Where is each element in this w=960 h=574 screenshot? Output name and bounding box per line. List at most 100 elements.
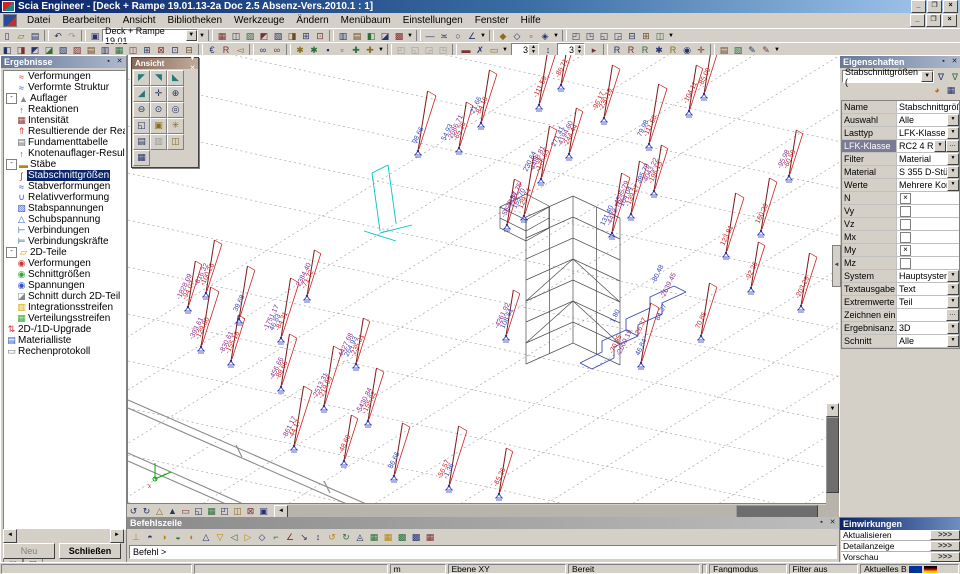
chevron-down-icon[interactable]: ▼: [552, 30, 560, 42]
window-view-icon[interactable]: ◳: [583, 30, 597, 42]
property-row-auswahl[interactable]: AuswahlAlle▼: [842, 114, 959, 127]
chevron-down-icon[interactable]: ▼: [947, 283, 959, 295]
ellipsis-button[interactable]: …: [946, 309, 959, 321]
property-row-filter[interactable]: FilterMaterial▼: [842, 153, 959, 166]
project-combobox[interactable]: Deck + Rampe 19.01▼: [102, 29, 198, 42]
property-row-name[interactable]: NameStabschnittgrößen: [842, 101, 959, 114]
chevron-down-icon[interactable]: ▼: [186, 30, 198, 41]
tree-expander-icon[interactable]: -: [6, 93, 17, 104]
tree-item-schubspannung[interactable]: △Schubspannung: [4, 214, 125, 225]
mesh-icon[interactable]: ✱: [293, 44, 307, 56]
command-line-title[interactable]: Befehlszeile ▪ ✕: [127, 517, 839, 529]
grid-icon[interactable]: ⊞: [299, 30, 313, 42]
doc-minimize-button[interactable]: _: [910, 14, 925, 27]
snap-line-icon[interactable]: ◁: [227, 531, 241, 543]
rotate-right-icon[interactable]: ↻: [140, 505, 153, 517]
property-value[interactable]: [897, 231, 959, 243]
actions-panel-title[interactable]: Einwirkungen: [840, 518, 960, 530]
cursor-icon[interactable]: ↘: [297, 531, 311, 543]
apply-icon[interactable]: ▸: [587, 44, 601, 56]
property-value[interactable]: Alle▼: [897, 335, 959, 347]
chevron-down-icon[interactable]: ▼: [947, 127, 959, 139]
tree-item-verformungen[interactable]: ◉Verformungen: [4, 258, 125, 269]
chevron-down-icon[interactable]: ▼: [947, 179, 959, 191]
tree-expander-icon[interactable]: -: [6, 247, 17, 258]
snap-center-icon[interactable]: ◑: [157, 531, 171, 543]
window-arrange-icon[interactable]: ◫: [653, 30, 667, 42]
column-icon[interactable]: ◩: [28, 44, 42, 56]
property-row-material[interactable]: MaterialS 355 D-Stütze▼: [842, 166, 959, 179]
property-value[interactable]: 3D▼: [897, 322, 959, 334]
redo-icon[interactable]: ↷: [65, 30, 79, 42]
add2-icon[interactable]: ✚: [363, 44, 377, 56]
view-x-icon[interactable]: ◥: [150, 70, 167, 86]
3d-model-canvas[interactable]: -94.07-1828.09-100.26-816.32-129.80-393.…: [128, 55, 840, 503]
plate-icon[interactable]: ▧: [56, 44, 70, 56]
panel-collapse-button[interactable]: ◄: [832, 245, 841, 287]
tree-item-intensit-t[interactable]: ▦Intensität: [4, 115, 125, 126]
property-value[interactable]: [897, 205, 959, 217]
wired-window-icon[interactable]: ◫: [167, 134, 184, 150]
select-icon[interactable]: ◆: [496, 30, 510, 42]
tree-item-verbindungen[interactable]: ⊢Verbindungen: [4, 225, 125, 236]
checkbox[interactable]: [900, 206, 911, 217]
print-icon[interactable]: ▥: [336, 30, 350, 42]
scale-icon[interactable]: ↕: [541, 44, 555, 56]
property-row-n[interactable]: N×: [842, 192, 959, 205]
view-z-icon[interactable]: ◢: [133, 86, 150, 102]
close-icon[interactable]: ✕: [827, 518, 838, 528]
window-close-icon[interactable]: ⊟: [625, 30, 639, 42]
property-row-vy[interactable]: Vy: [842, 205, 959, 218]
new-icon[interactable]: ▯: [0, 30, 14, 42]
tree-item-resultierende-der-reaktione[interactable]: ⇑Resultierende der Reaktione: [4, 126, 125, 137]
property-value[interactable]: Hauptsystem▼: [897, 270, 959, 282]
member-icon[interactable]: ◧: [0, 44, 14, 56]
chevron-down-icon[interactable]: ▼: [921, 71, 933, 82]
view-side-icon[interactable]: ▭: [179, 505, 192, 517]
document-icon[interactable]: ▤: [350, 30, 364, 42]
cut2-icon[interactable]: ◳: [436, 44, 450, 56]
property-set-combobox[interactable]: Stabschnittgrößen ( ▼: [842, 70, 934, 83]
ellipsis-button[interactable]: …: [946, 140, 959, 152]
axes-icon[interactable]: ⊡: [313, 30, 327, 42]
ortho-icon[interactable]: ⌐: [269, 531, 283, 543]
result-normal-icon[interactable]: R: [610, 44, 624, 56]
tree-item-reaktionen[interactable]: ↑Reaktionen: [4, 104, 125, 115]
crosshair-icon[interactable]: ✛: [694, 44, 708, 56]
snap-percent-icon[interactable]: ◒: [171, 531, 185, 543]
tree-item-verbindungskr-fte[interactable]: ⊨Verbindungskräfte: [4, 236, 125, 247]
property-value[interactable]: Mehrere Kompo▼: [897, 179, 959, 191]
result-stress-icon[interactable]: R: [666, 44, 680, 56]
grid-toggle-icon[interactable]: ▦: [205, 505, 218, 517]
save-icon[interactable]: ▤: [28, 30, 42, 42]
spinner-arrows[interactable]: ▲▼: [575, 45, 584, 55]
tree-item-knotenauflager-resultierend[interactable]: ↑Knotenauflager-Resultierend: [4, 148, 125, 159]
close-icon[interactable]: ✕: [949, 57, 960, 67]
tree-item-stabschnittgr-en[interactable]: ∫Stabschnittgrößen: [4, 170, 125, 181]
property-row-werte[interactable]: WerteMehrere Kompo▼: [842, 179, 959, 192]
filter-apply-icon[interactable]: ∇: [948, 71, 960, 83]
chevron-down-icon[interactable]: ▼: [479, 30, 487, 42]
pin-icon[interactable]: ▪: [938, 57, 949, 67]
zoom-all-icon[interactable]: ◎: [167, 102, 184, 118]
menu-menübaum[interactable]: Menübaum: [335, 14, 397, 27]
paste2-icon[interactable]: ◲: [422, 44, 436, 56]
result-point-icon[interactable]: ◉: [680, 44, 694, 56]
ucs-grid2-icon[interactable]: ▦: [381, 531, 395, 543]
vscrollbar-thumb[interactable]: [826, 417, 839, 493]
action-execute-button[interactable]: >>>: [930, 530, 960, 540]
chevron-down-icon[interactable]: ▼: [947, 322, 959, 334]
redo-cmd-icon[interactable]: ↻: [339, 531, 353, 543]
split-view-icon[interactable]: ◫: [231, 505, 244, 517]
chevron-down-icon[interactable]: ▼: [947, 166, 959, 178]
tree-item-integrationsstreifen[interactable]: ▥Integrationsstreifen: [4, 302, 125, 313]
property-row-system[interactable]: SystemHauptsystem▼: [842, 270, 959, 283]
clipboard2-icon[interactable]: ◰: [394, 44, 408, 56]
restore-button[interactable]: ❐: [927, 0, 942, 13]
hinge-icon[interactable]: ⊟: [182, 44, 196, 56]
action-execute-button[interactable]: >>>: [930, 552, 960, 562]
property-row-lfk-klasse[interactable]: LFK-KlasseRC2 4 Rampe▼…: [842, 140, 959, 153]
circle-icon[interactable]: ○: [451, 30, 465, 42]
volumes-icon[interactable]: ◨: [285, 30, 299, 42]
property-row-lasttyp[interactable]: LasttypLFK-Klasse▼: [842, 127, 959, 140]
